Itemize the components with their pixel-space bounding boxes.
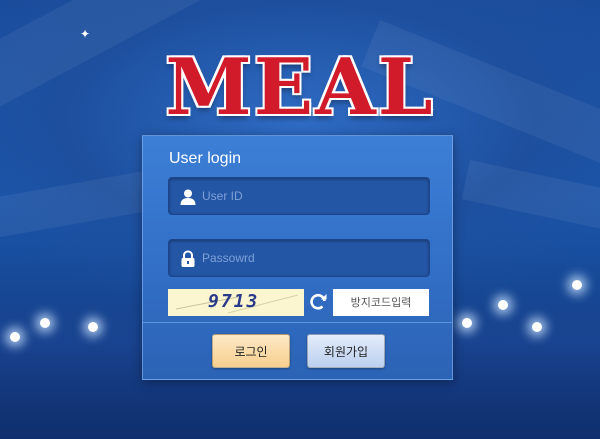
stadium-light <box>88 322 98 332</box>
stadium-light <box>40 318 50 328</box>
captcha-code: 9713 <box>208 291 260 312</box>
password-input[interactable] <box>202 240 422 276</box>
stadium-light <box>10 332 20 342</box>
stadium-light <box>572 280 582 290</box>
stadium-light <box>532 322 542 332</box>
user-id-field <box>168 177 430 215</box>
stadium-light <box>462 318 472 328</box>
stadium-light <box>498 300 508 310</box>
captcha-image: 9713 <box>168 289 304 316</box>
captcha-input[interactable] <box>333 289 429 316</box>
user-icon <box>180 189 196 205</box>
login-button[interactable]: 로그인 <box>212 334 290 368</box>
refresh-icon[interactable] <box>308 292 328 312</box>
app-logo: MEAL <box>165 42 435 133</box>
password-field <box>168 239 430 277</box>
panel-title: User login <box>169 150 242 167</box>
lock-icon <box>181 250 195 267</box>
login-panel: User login 9713 로그인 회원가입 <box>142 135 453 380</box>
user-id-input[interactable] <box>202 178 422 214</box>
background-stripe <box>461 160 600 241</box>
sparkle-icon: ✦ <box>80 27 91 41</box>
panel-divider <box>143 322 452 323</box>
signup-button[interactable]: 회원가입 <box>307 334 385 368</box>
